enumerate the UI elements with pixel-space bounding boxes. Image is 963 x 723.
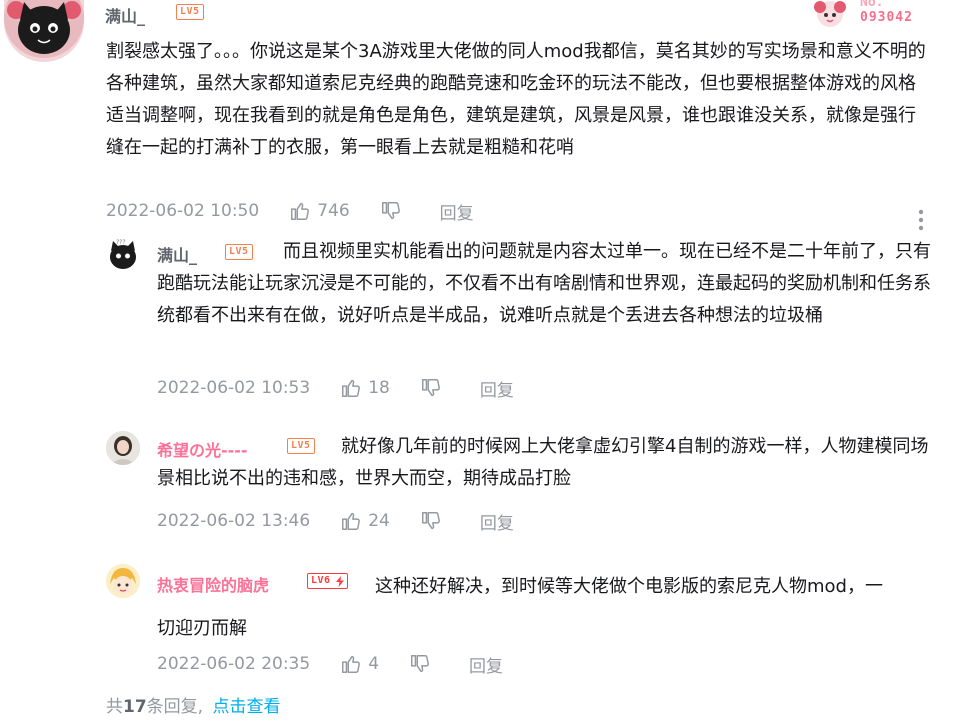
- fan-badge-no: No.: [860, 0, 884, 10]
- reply-summary-prefix: 共: [106, 697, 123, 717]
- thumb-down-icon: [421, 512, 440, 530]
- main-comment-text: 割裂感太强了。。。你说这是某个3A游戏里大佬做的同人mod我都信，莫名其妙的写实…: [106, 41, 926, 158]
- dislike-button[interactable]: [420, 377, 442, 399]
- dislike-button[interactable]: [420, 510, 442, 532]
- main-level-badge: LV5: [176, 4, 204, 20]
- like-button[interactable]: 18: [340, 377, 390, 399]
- like-count: 18: [368, 378, 390, 398]
- reply-text-content: 这种还好解决，到时候等大佬做个电影版的索尼克人物mod，一切迎刃而解: [157, 576, 883, 639]
- reply-text: 就好像几年前的时候网上大佬拿虚幻引擎4自制的游戏一样，人物建模同场景相比说不出的…: [157, 431, 935, 495]
- reply-button[interactable]: 回复: [440, 199, 474, 224]
- dislike-button[interactable]: [409, 653, 431, 675]
- reply-time: 2022-06-02 20:35: [157, 654, 311, 674]
- reply-meta: 2022-06-02 20:35 4 回复: [157, 651, 503, 677]
- like-count: 4: [368, 654, 380, 674]
- reply-meta: 2022-06-02 10:53 18 回复: [157, 375, 514, 401]
- reply-avatar[interactable]: [106, 564, 140, 598]
- reply-text: 这种还好解决，到时候等大佬做个电影版的索尼克人物mod，一切迎刃而解: [157, 566, 897, 650]
- thumb-up-icon: [342, 512, 361, 530]
- like-button[interactable]: 4: [340, 653, 379, 675]
- reply-text-content: 而且视频里实机能看出的问题就是内容太过单一。现在已经不是二十年前了，只有跑酷玩法…: [157, 241, 931, 326]
- fan-badge: No. 093042: [808, 0, 963, 30]
- main-comment-meta: 2022-06-02 10:50 746 回复: [106, 198, 474, 224]
- svg-text:???: ???: [116, 239, 126, 246]
- view-replies-link[interactable]: 点击查看: [212, 697, 280, 717]
- more-options-icon[interactable]: [916, 208, 926, 232]
- like-button[interactable]: 24: [340, 510, 390, 532]
- comment-time: 2022-06-02 10:50: [106, 201, 260, 221]
- reply-avatar[interactable]: [106, 431, 140, 465]
- cat-avatar-icon: [4, 0, 84, 58]
- thumb-down-icon: [411, 655, 429, 673]
- reply-time: 2022-06-02 13:46: [157, 511, 311, 531]
- reply-text-content: 就好像几年前的时候网上大佬拿虚幻引擎4自制的游戏一样，人物建模同场景相比说不出的…: [157, 436, 929, 489]
- reply-meta: 2022-06-02 13:46 24 回复: [157, 508, 514, 534]
- reply-button[interactable]: 回复: [480, 376, 514, 401]
- reply-summary-suffix: 条回复,: [146, 697, 204, 717]
- thumb-up-icon: [342, 655, 361, 673]
- person-avatar-icon: [106, 431, 140, 465]
- reply-count: 17: [123, 697, 147, 717]
- reply-button[interactable]: 回复: [469, 652, 503, 677]
- reply-time: 2022-06-02 10:53: [157, 378, 311, 398]
- thumb-down-icon: [381, 202, 400, 220]
- thumb-up-icon: [342, 379, 361, 397]
- dislike-button[interactable]: [380, 200, 402, 222]
- reply-avatar[interactable]: ???: [106, 237, 140, 271]
- thumb-up-icon: [291, 202, 310, 220]
- fan-badge-mascot-icon: [814, 1, 846, 27]
- like-count: 746: [317, 201, 350, 221]
- fan-badge-number: 093042: [860, 10, 913, 25]
- reply-summary: 共17条回复, 点击查看: [106, 692, 280, 717]
- main-avatar[interactable]: [4, 0, 84, 62]
- anime-avatar-icon: [106, 564, 140, 598]
- like-button[interactable]: 746: [289, 200, 350, 222]
- like-count: 24: [368, 511, 390, 531]
- thumb-down-icon: [421, 379, 440, 397]
- reply-button[interactable]: 回复: [480, 509, 514, 534]
- reply-text: 而且视频里实机能看出的问题就是内容太过单一。现在已经不是二十年前了，只有跑酷玩法…: [157, 236, 935, 332]
- main-username[interactable]: 满山_: [105, 3, 145, 27]
- cat-avatar-icon: ???: [110, 239, 136, 269]
